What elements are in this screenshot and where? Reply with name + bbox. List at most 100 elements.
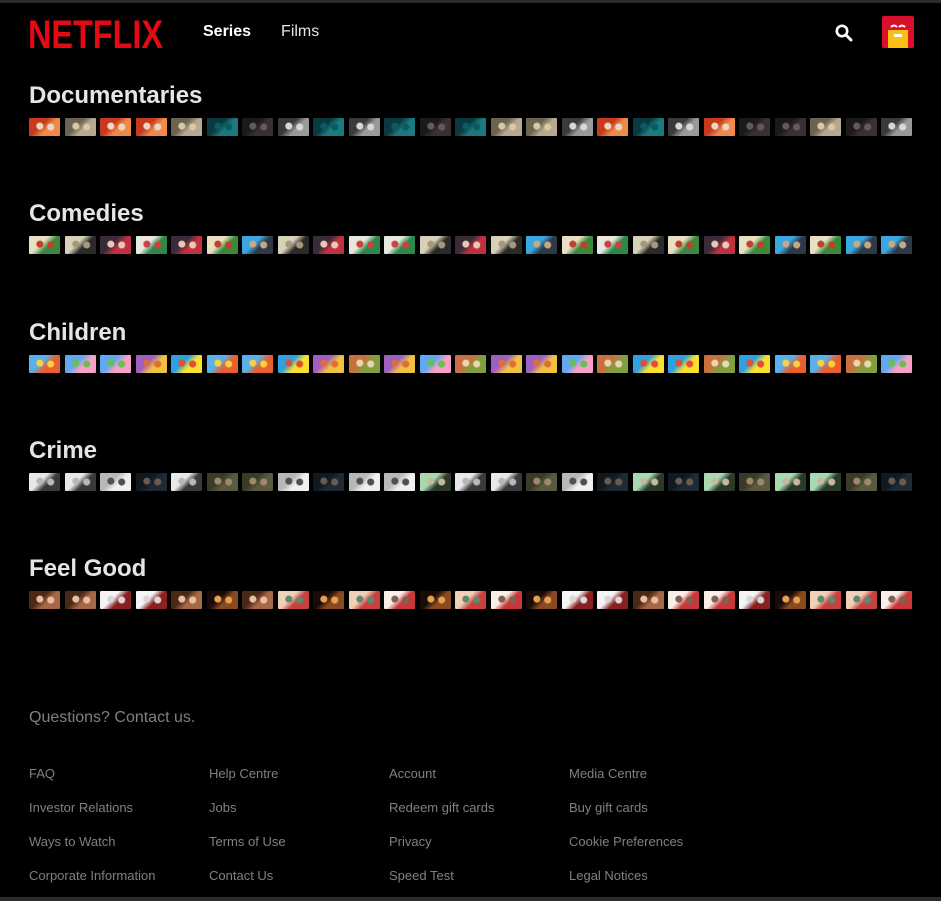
title-thumbnail[interactable] <box>278 236 309 254</box>
footer-link-buy-gift-cards[interactable]: Buy gift cards <box>569 800 749 834</box>
title-thumbnail[interactable] <box>136 355 167 373</box>
title-thumbnail[interactable] <box>775 473 806 491</box>
title-thumbnail[interactable] <box>704 236 735 254</box>
title-thumbnail[interactable] <box>313 473 344 491</box>
title-thumbnail[interactable] <box>597 355 628 373</box>
title-thumbnail[interactable] <box>455 236 486 254</box>
title-thumbnail[interactable] <box>846 591 877 609</box>
title-thumbnail[interactable] <box>136 236 167 254</box>
title-thumbnail[interactable] <box>704 355 735 373</box>
title-thumbnail[interactable] <box>562 236 593 254</box>
title-thumbnail[interactable] <box>562 355 593 373</box>
nav-films[interactable]: Films <box>281 23 319 41</box>
title-thumbnail[interactable] <box>562 591 593 609</box>
title-thumbnail[interactable] <box>633 473 664 491</box>
title-thumbnail[interactable] <box>349 355 380 373</box>
title-thumbnail[interactable] <box>455 591 486 609</box>
title-thumbnail[interactable] <box>100 355 131 373</box>
title-thumbnail[interactable] <box>136 473 167 491</box>
title-thumbnail[interactable] <box>65 355 96 373</box>
footer-link-privacy[interactable]: Privacy <box>389 834 569 868</box>
title-thumbnail[interactable] <box>668 236 699 254</box>
title-thumbnail[interactable] <box>207 118 238 136</box>
title-thumbnail[interactable] <box>313 118 344 136</box>
title-thumbnail[interactable] <box>633 591 664 609</box>
title-thumbnail[interactable] <box>881 355 912 373</box>
title-thumbnail[interactable] <box>100 118 131 136</box>
title-thumbnail[interactable] <box>739 591 770 609</box>
title-thumbnail[interactable] <box>633 355 664 373</box>
title-thumbnail[interactable] <box>562 473 593 491</box>
title-thumbnail[interactable] <box>775 355 806 373</box>
footer-link-redeem-gift-cards[interactable]: Redeem gift cards <box>389 800 569 834</box>
title-thumbnail[interactable] <box>491 355 522 373</box>
title-thumbnail[interactable] <box>704 473 735 491</box>
title-thumbnail[interactable] <box>278 591 309 609</box>
title-thumbnail[interactable] <box>775 118 806 136</box>
title-thumbnail[interactable] <box>526 118 557 136</box>
title-thumbnail[interactable] <box>739 473 770 491</box>
title-thumbnail[interactable] <box>810 355 841 373</box>
title-thumbnail[interactable] <box>704 118 735 136</box>
title-thumbnail[interactable] <box>633 236 664 254</box>
title-thumbnail[interactable] <box>775 236 806 254</box>
title-thumbnail[interactable] <box>65 473 96 491</box>
title-thumbnail[interactable] <box>29 355 60 373</box>
title-thumbnail[interactable] <box>455 118 486 136</box>
title-thumbnail[interactable] <box>526 473 557 491</box>
title-thumbnail[interactable] <box>881 236 912 254</box>
title-thumbnail[interactable] <box>207 473 238 491</box>
title-thumbnail[interactable] <box>846 236 877 254</box>
search-icon[interactable] <box>834 23 854 43</box>
title-thumbnail[interactable] <box>526 355 557 373</box>
title-thumbnail[interactable] <box>207 355 238 373</box>
title-thumbnail[interactable] <box>810 591 841 609</box>
title-thumbnail[interactable] <box>349 236 380 254</box>
footer-link-ways-to-watch[interactable]: Ways to Watch <box>29 834 209 868</box>
title-thumbnail[interactable] <box>313 236 344 254</box>
title-thumbnail[interactable] <box>29 118 60 136</box>
title-thumbnail[interactable] <box>526 591 557 609</box>
footer-link-media-centre[interactable]: Media Centre <box>569 766 749 800</box>
title-thumbnail[interactable] <box>171 591 202 609</box>
contact-link[interactable]: Questions? Contact us. <box>29 708 914 728</box>
title-thumbnail[interactable] <box>384 591 415 609</box>
footer-link-cookie-preferences[interactable]: Cookie Preferences <box>569 834 749 868</box>
footer-link-terms-of-use[interactable]: Terms of Use <box>209 834 389 868</box>
title-thumbnail[interactable] <box>207 591 238 609</box>
nav-series[interactable]: Series <box>203 23 251 41</box>
title-thumbnail[interactable] <box>171 473 202 491</box>
title-thumbnail[interactable] <box>668 591 699 609</box>
title-thumbnail[interactable] <box>491 118 522 136</box>
footer-link-account[interactable]: Account <box>389 766 569 800</box>
title-thumbnail[interactable] <box>881 591 912 609</box>
title-thumbnail[interactable] <box>810 473 841 491</box>
title-thumbnail[interactable] <box>100 236 131 254</box>
title-thumbnail[interactable] <box>668 355 699 373</box>
title-thumbnail[interactable] <box>491 473 522 491</box>
title-thumbnail[interactable] <box>65 591 96 609</box>
title-thumbnail[interactable] <box>278 118 309 136</box>
profile-avatar[interactable] <box>882 16 914 48</box>
title-thumbnail[interactable] <box>668 118 699 136</box>
title-thumbnail[interactable] <box>881 118 912 136</box>
footer-link-investor-relations[interactable]: Investor Relations <box>29 800 209 834</box>
title-thumbnail[interactable] <box>242 355 273 373</box>
title-thumbnail[interactable] <box>633 118 664 136</box>
title-thumbnail[interactable] <box>100 473 131 491</box>
title-thumbnail[interactable] <box>420 236 451 254</box>
title-thumbnail[interactable] <box>171 236 202 254</box>
title-thumbnail[interactable] <box>597 118 628 136</box>
title-thumbnail[interactable] <box>29 473 60 491</box>
title-thumbnail[interactable] <box>597 591 628 609</box>
title-thumbnail[interactable] <box>100 591 131 609</box>
footer-link-jobs[interactable]: Jobs <box>209 800 389 834</box>
title-thumbnail[interactable] <box>65 236 96 254</box>
title-thumbnail[interactable] <box>810 118 841 136</box>
title-thumbnail[interactable] <box>597 236 628 254</box>
netflix-logo[interactable]: NETFLIX <box>28 13 164 53</box>
title-thumbnail[interactable] <box>420 591 451 609</box>
title-thumbnail[interactable] <box>171 355 202 373</box>
title-thumbnail[interactable] <box>846 118 877 136</box>
title-thumbnail[interactable] <box>526 236 557 254</box>
